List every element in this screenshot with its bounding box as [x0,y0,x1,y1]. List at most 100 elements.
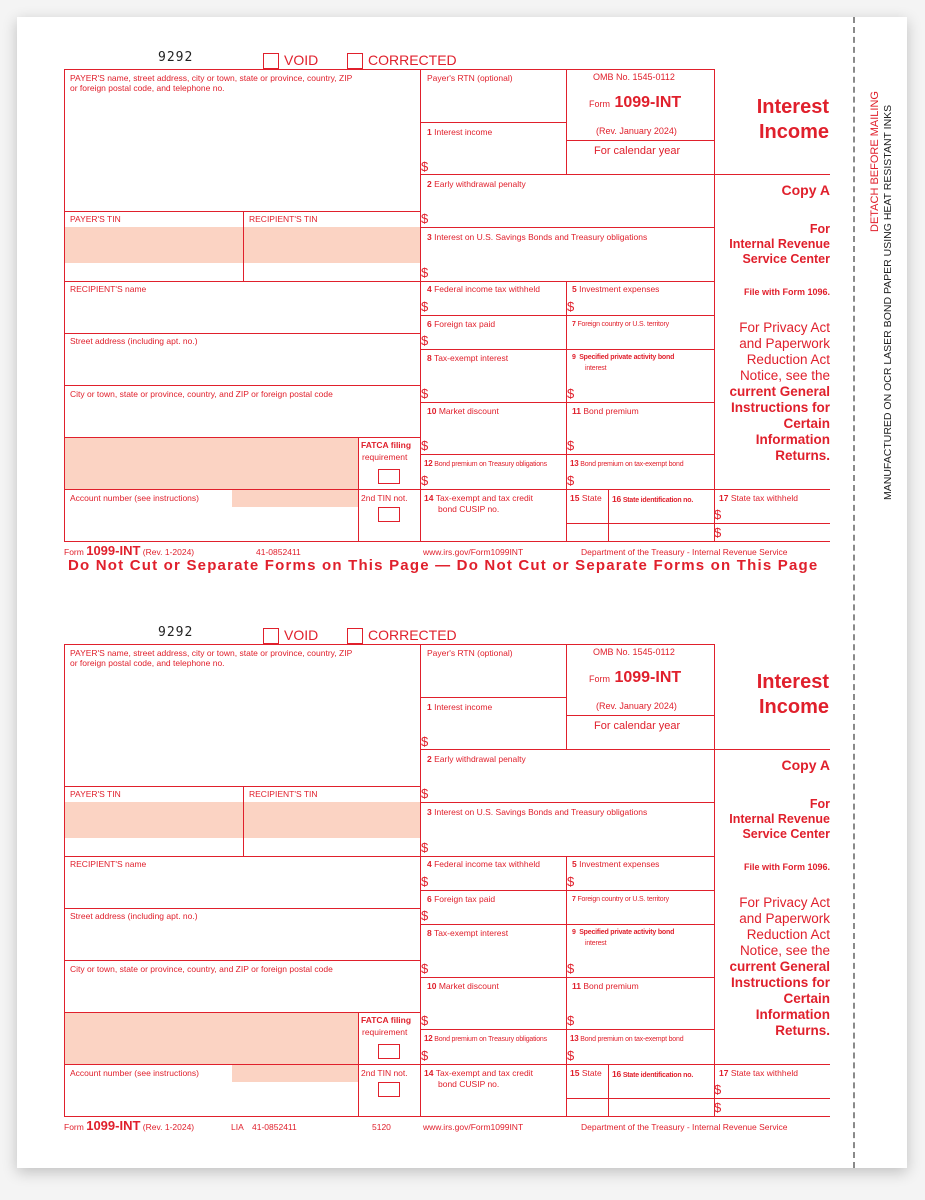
box-4-federal-tax-field[interactable] [432,296,564,314]
recipient-name-label: RECIPIENT'S name [70,859,147,869]
recipient-tin-field[interactable] [245,802,419,854]
divider [64,786,420,787]
box-9-private-activity-field[interactable] [578,374,712,400]
divider [608,489,609,541]
fatca-checkbox[interactable] [378,469,400,484]
box-8-tax-exempt-field[interactable] [432,366,564,400]
box-6-foreign-tax-field[interactable] [432,330,564,348]
box-14-cusip-field[interactable] [422,1091,564,1114]
box-13-tax-exempt-premium-field[interactable] [578,1045,712,1063]
box-12-treasury-premium-field[interactable] [432,470,564,488]
payer-info-label-2: or foreign postal code, and telephone no… [70,83,225,93]
box-9-num: 9 [572,929,576,936]
fatca-checkbox[interactable] [378,1044,400,1059]
city-field[interactable] [66,400,418,435]
divider [243,211,244,281]
box-6-label: Foreign tax paid [434,319,496,329]
recipient-tin-field[interactable] [245,227,419,279]
box-14-num: 14 [424,493,434,503]
footer-form-word: Form [64,547,84,557]
box-12-treasury-premium-field[interactable] [432,1045,564,1063]
void-checkbox[interactable] [263,53,279,69]
box-3-savings-bonds-field[interactable] [432,245,712,279]
payer-info-field[interactable] [66,95,418,209]
divider [64,908,420,909]
footer-url[interactable]: www.irs.gov/Form1099INT [423,547,523,557]
dollar-sign: $ [421,473,429,488]
corrected-checkbox[interactable] [347,53,363,69]
void-checkbox[interactable] [263,628,279,644]
box-5-investment-expenses-field[interactable] [578,871,712,889]
box-8-tax-exempt-field[interactable] [432,941,564,975]
box-2-num: 2 [427,179,432,189]
street-address-field[interactable] [66,923,418,958]
box-13-tax-exempt-premium-field[interactable] [578,470,712,488]
second-tin-checkbox[interactable] [378,1082,400,1097]
box-2-early-withdrawal-field[interactable] [432,767,712,800]
box-12-label: Bond premium on Treasury obligations [434,1036,547,1043]
box-15-state-field[interactable] [568,1080,606,1114]
box-14-label-2: bond CUSIP no. [438,1079,500,1089]
box-11-bond-premium-field[interactable] [578,993,712,1027]
account-number-field[interactable] [66,1082,356,1114]
do-not-cut-warning: Do Not Cut or Separate Forms on This Pag… [68,557,819,574]
box-14-num: 14 [424,1068,434,1078]
recipient-tin-label: RECIPIENT'S TIN [249,214,318,224]
divider [566,69,567,174]
control-number: 9292 [158,625,194,640]
account-shaded-area [232,489,358,507]
box-1-label: Interest income [434,127,493,137]
recipient-name-field[interactable] [66,871,418,906]
city-field[interactable] [66,975,418,1010]
divider [420,315,714,316]
box-7-foreign-country-field[interactable] [568,330,712,348]
box-17-state-tax-field[interactable] [726,1080,828,1114]
revision: (Rev. January 2024) [596,126,677,136]
box-7-foreign-country-field[interactable] [568,905,712,923]
box-9-private-activity-field[interactable] [578,949,712,975]
box-5-investment-expenses-field[interactable] [578,296,712,314]
box-17-state-tax-field[interactable] [726,505,828,539]
dollar-sign: $ [421,874,429,889]
box-11-bond-premium-field[interactable] [578,418,712,452]
box-10-market-discount-field[interactable] [432,993,564,1027]
footer-url[interactable]: www.irs.gov/Form1099INT [423,1122,523,1132]
box-3-savings-bonds-field[interactable] [432,820,712,854]
footer-catalog: 41-0852411 [252,1122,297,1132]
box-10-market-discount-field[interactable] [432,418,564,452]
box-16-state-id-field[interactable] [610,1080,712,1114]
box-6-foreign-tax-field[interactable] [432,905,564,923]
footer-department: Department of the Treasury - Internal Re… [581,547,788,557]
street-address-field[interactable] [66,348,418,383]
box-14-cusip-field[interactable] [422,516,564,539]
divider [420,227,714,228]
privacy-notice: For Privacy Act and Paperwork Reduction … [729,320,830,464]
box-2-early-withdrawal-field[interactable] [432,192,712,225]
payer-rtn-field[interactable] [422,661,564,695]
box-14-label: Tax-exempt and tax credit [435,1068,534,1078]
box-4-federal-tax-field[interactable] [432,871,564,889]
box-15-state-field[interactable] [568,505,606,539]
title-line-1: Interest [756,96,829,118]
box-1-num: 1 [427,702,432,712]
form-footer-id: Form 1099-INT (Rev. 1-2024) [64,1118,194,1133]
box-16-state-id-field[interactable] [610,505,712,539]
payer-tin-field[interactable] [66,802,242,854]
title-line-2: Income [758,121,829,143]
box-15-num: 15 [570,493,580,503]
payer-info-field[interactable] [66,670,418,784]
dollar-sign: $ [421,961,429,976]
payer-rtn-field[interactable] [422,86,564,120]
fatca-label-2: requirement [362,1027,408,1037]
box-1-interest-income-field[interactable] [432,140,564,172]
payer-tin-field[interactable] [66,227,242,279]
instructions-line: Certain [783,416,830,431]
for-irs-1: For [809,222,830,236]
recipient-name-field[interactable] [66,296,418,331]
instructions-line: current General [729,384,830,399]
box-1-interest-income-field[interactable] [432,715,564,747]
second-tin-checkbox[interactable] [378,507,400,522]
corrected-checkbox[interactable] [347,628,363,644]
footer-form-number: 1099-INT [86,543,141,558]
account-number-field[interactable] [66,507,356,539]
